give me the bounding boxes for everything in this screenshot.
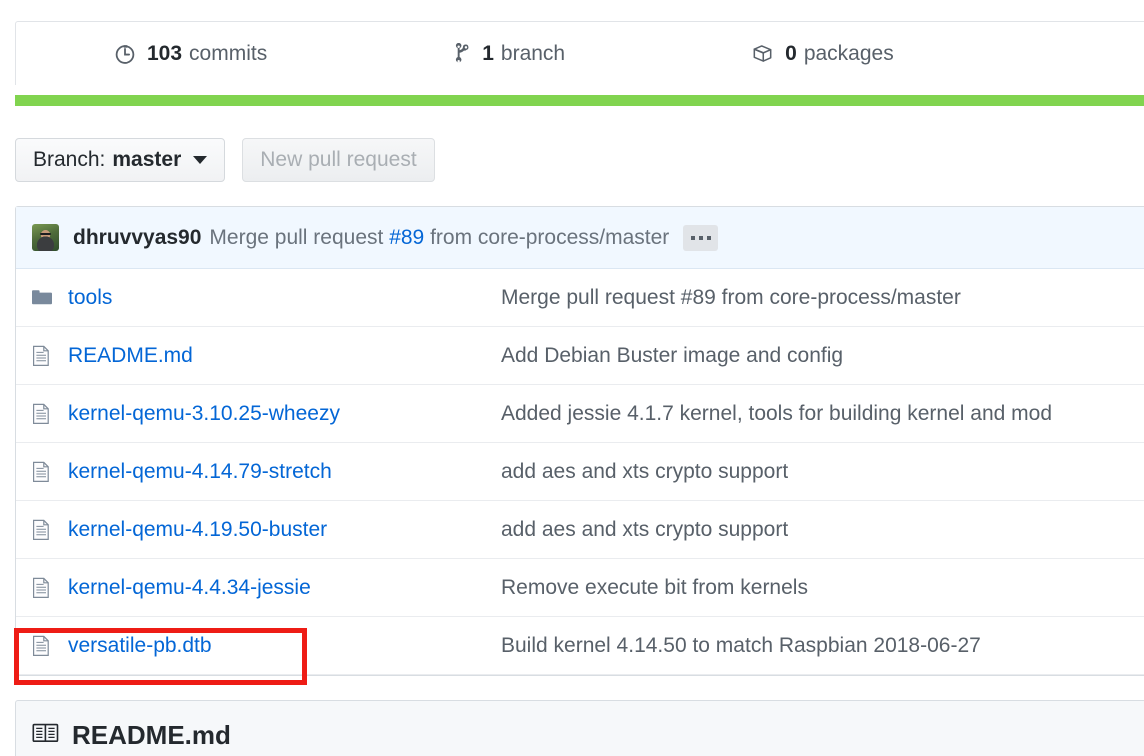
file-link[interactable]: kernel-qemu-3.10.25-wheezy [68, 402, 340, 426]
table-row[interactable]: README.md Add Debian Buster image and co… [16, 327, 1144, 385]
commit-message: Merge pull request #89 from core-process… [209, 226, 669, 250]
repository-file-browser: 103 commits 1 branch 0 packages Branch: … [0, 0, 1144, 756]
file-commit-message[interactable]: Add Debian Buster image and config [501, 344, 843, 368]
file-commit-message[interactable]: Merge pull request #89 from core-process… [501, 286, 961, 310]
file-name-cell: versatile-pb.dtb [16, 634, 501, 658]
package-icon [751, 42, 774, 65]
stat-branch-count: 1 [482, 41, 494, 65]
dot-icon [698, 235, 703, 240]
stat-branch[interactable]: 1 branch [451, 42, 565, 66]
file-name-cell: tools [16, 286, 501, 310]
dot-icon [690, 235, 695, 240]
file-icon [30, 576, 53, 599]
history-icon [114, 43, 136, 65]
commit-issue-link[interactable]: #89 [389, 226, 424, 249]
stat-commits-label: commits [189, 41, 268, 65]
file-link[interactable]: kernel-qemu-4.14.79-stretch [68, 460, 332, 484]
file-icon [30, 518, 53, 541]
file-name-cell: kernel-qemu-3.10.25-wheezy [16, 402, 501, 426]
commit-expand-button[interactable] [683, 224, 719, 251]
dot-icon [706, 235, 711, 240]
file-name-cell: kernel-qemu-4.19.50-buster [16, 518, 501, 542]
branch-name-label: master [112, 148, 182, 171]
repository-stats-bar: 103 commits 1 branch 0 packages [15, 21, 1144, 85]
file-list-table: dhruvvyas90 Merge pull request #89 from … [15, 206, 1144, 676]
stat-commits[interactable]: 103 commits [114, 42, 267, 66]
file-commit-message[interactable]: Build kernel 4.14.50 to match Raspbian 2… [501, 634, 981, 658]
branch-select-button[interactable]: Branch: master [15, 138, 226, 182]
file-commit-message[interactable]: Remove execute bit from kernels [501, 576, 808, 600]
file-commit-message[interactable]: add aes and xts crypto support [501, 460, 788, 484]
readme-title: README.md [72, 719, 231, 750]
commit-author-link[interactable]: dhruvvyas90 [73, 226, 201, 250]
stat-packages-label: packages [803, 41, 894, 65]
stat-packages-count: 0 [785, 41, 797, 65]
file-link[interactable]: README.md [68, 344, 193, 368]
readme-panel-header: README.md [15, 700, 1144, 756]
file-link[interactable]: versatile-pb.dtb [68, 634, 212, 658]
file-link[interactable]: tools [68, 286, 112, 310]
file-name-cell: kernel-qemu-4.14.79-stretch [16, 460, 501, 484]
stat-packages[interactable]: 0 packages [751, 42, 894, 66]
table-row[interactable]: kernel-qemu-3.10.25-wheezy Added jessie … [16, 385, 1144, 443]
table-row[interactable]: kernel-qemu-4.14.79-stretch add aes and … [16, 443, 1144, 501]
chevron-down-icon [193, 156, 208, 164]
stat-branch-label: branch [500, 41, 566, 65]
file-link[interactable]: kernel-qemu-4.4.34-jessie [68, 576, 311, 600]
avatar[interactable] [32, 224, 59, 251]
table-row[interactable]: tools Merge pull request #89 from core-p… [16, 269, 1144, 327]
file-name-cell: README.md [16, 344, 501, 368]
file-icon [30, 460, 53, 483]
book-icon [32, 722, 59, 749]
file-link[interactable]: kernel-qemu-4.19.50-buster [68, 518, 327, 542]
language-color-bar [15, 95, 1144, 106]
file-icon [30, 344, 53, 367]
commit-message-suffix: from core-process/master [424, 225, 670, 249]
file-commit-message[interactable]: Added jessie 4.1.7 kernel, tools for bui… [501, 402, 1052, 426]
table-row[interactable]: versatile-pb.dtb Build kernel 4.14.50 to… [16, 617, 1144, 675]
branch-controls: Branch: master New pull request [15, 138, 435, 182]
latest-commit-header: dhruvvyas90 Merge pull request #89 from … [16, 207, 1144, 269]
commit-message-prefix: Merge pull request [209, 225, 390, 249]
new-pull-request-label: New pull request [260, 148, 417, 171]
file-commit-message[interactable]: add aes and xts crypto support [501, 518, 788, 542]
file-icon [30, 402, 53, 425]
stat-commits-count: 103 [147, 41, 183, 65]
branch-prefix-label: Branch: [33, 148, 106, 171]
file-icon [30, 634, 53, 657]
new-pull-request-button[interactable]: New pull request [242, 138, 435, 182]
git-branch-icon [451, 42, 471, 65]
file-name-cell: kernel-qemu-4.4.34-jessie [16, 576, 501, 600]
table-row[interactable]: kernel-qemu-4.4.34-jessie Remove execute… [16, 559, 1144, 617]
folder-icon [30, 286, 53, 309]
table-row[interactable]: kernel-qemu-4.19.50-buster add aes and x… [16, 501, 1144, 559]
